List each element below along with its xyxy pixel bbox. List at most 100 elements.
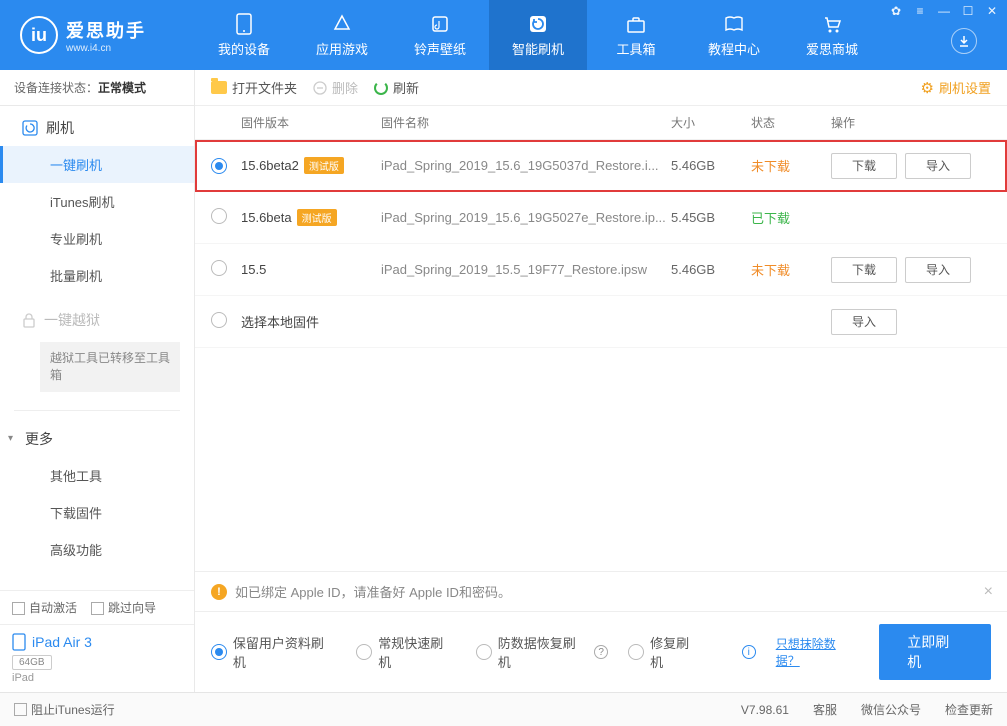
firmware-name: iPad_Spring_2019_15.5_19F77_Restore.ipsw bbox=[381, 262, 671, 277]
col-size: 大小 bbox=[671, 114, 751, 131]
import-button[interactable]: 导入 bbox=[831, 309, 897, 335]
nav-my-device[interactable]: 我的设备 bbox=[195, 0, 293, 70]
brand-url: www.i4.cn bbox=[66, 43, 146, 54]
row-radio[interactable] bbox=[211, 260, 227, 276]
help-icon[interactable]: ? bbox=[594, 645, 608, 659]
footer: 阻止iTunes运行 V7.98.61 客服 微信公众号 检查更新 bbox=[0, 692, 1007, 726]
nav-ringtones[interactable]: 铃声壁纸 bbox=[391, 0, 489, 70]
main-area: 设备连接状态：正常模式 刷机 一键刷机 iTunes刷机 专业刷机 批量刷机 一… bbox=[0, 70, 1007, 692]
mode-quick[interactable]: 常规快速刷机 bbox=[356, 633, 455, 671]
check-update-link[interactable]: 检查更新 bbox=[945, 701, 993, 718]
row-radio[interactable] bbox=[211, 208, 227, 224]
logo-area: iu 爱思助手 www.i4.cn bbox=[0, 16, 195, 54]
nav-label: 教程中心 bbox=[708, 39, 760, 58]
row-ops: 导入 bbox=[831, 309, 991, 335]
nav-tutorials[interactable]: 教程中心 bbox=[685, 0, 783, 70]
row-radio[interactable] bbox=[211, 158, 227, 174]
firmware-size: 5.45GB bbox=[671, 210, 751, 225]
customer-service-link[interactable]: 客服 bbox=[813, 701, 837, 718]
firmware-row[interactable]: 选择本地固件 导入 bbox=[195, 296, 1007, 348]
nav-label: 爱思商城 bbox=[806, 39, 858, 58]
connection-status: 设备连接状态：正常模式 bbox=[0, 70, 194, 106]
firmware-rows: 15.6beta2 测试版 iPad_Spring_2019_15.6_19G503… bbox=[195, 140, 1007, 348]
lock-icon bbox=[22, 312, 36, 328]
firmware-row[interactable]: 15.6beta2 测试版 iPad_Spring_2019_15.6_19G503… bbox=[195, 140, 1007, 192]
nav-toolbox[interactable]: 工具箱 bbox=[587, 0, 685, 70]
firmware-row[interactable]: 15.6beta测试版iPad_Spring_2019_15.6_19G5027… bbox=[195, 192, 1007, 244]
device-chip[interactable]: iPad Air 3 64GB iPad bbox=[0, 624, 194, 692]
info-icon[interactable]: i bbox=[742, 645, 756, 659]
flash-settings-button[interactable]: ⚙ 刷机设置 bbox=[921, 78, 991, 97]
beta-tag: 测试版 bbox=[304, 157, 344, 174]
firmware-row[interactable]: 15.5iPad_Spring_2019_15.5_19F77_Restore.… bbox=[195, 244, 1007, 296]
jailbreak-note: 越狱工具已转移至工具箱 bbox=[40, 342, 180, 392]
alert-text: 如已绑定 Apple ID，请准备好 Apple ID和密码。 bbox=[235, 582, 511, 601]
block-itunes-checkbox[interactable]: 阻止iTunes运行 bbox=[14, 701, 115, 718]
alert-close-icon[interactable]: × bbox=[984, 583, 993, 601]
version-label: V7.98.61 bbox=[741, 703, 789, 717]
erase-data-link[interactable]: 只想抹除数据？ bbox=[776, 635, 860, 669]
version-text: 选择本地固件 bbox=[241, 315, 319, 330]
refresh-square-icon bbox=[22, 120, 38, 136]
nav-label: 工具箱 bbox=[616, 39, 655, 58]
firmware-name: iPad_Spring_2019_15.6_19G5037d_Restore.i… bbox=[381, 158, 671, 173]
wechat-link[interactable]: 微信公众号 bbox=[861, 701, 921, 718]
window-controls: ✿ ≡ — ☐ ✕ bbox=[889, 4, 999, 18]
nav-label: 应用游戏 bbox=[316, 39, 368, 58]
nav-flash[interactable]: 智能刷机 bbox=[489, 0, 587, 70]
status-value: 正常模式 bbox=[98, 81, 146, 95]
nav-apps[interactable]: 应用游戏 bbox=[293, 0, 391, 70]
close-icon[interactable]: ✕ bbox=[985, 4, 999, 18]
import-button[interactable]: 导入 bbox=[905, 257, 971, 283]
music-icon bbox=[429, 13, 451, 35]
flash-icon bbox=[527, 13, 549, 35]
alert-bar: ! 如已绑定 Apple ID，请准备好 Apple ID和密码。 × bbox=[195, 572, 1007, 612]
logo-icon: iu bbox=[20, 16, 58, 54]
sidebar-head-flash[interactable]: 刷机 bbox=[0, 110, 194, 146]
sidebar-head-label: 刷机 bbox=[46, 118, 74, 138]
device-storage: 64GB bbox=[12, 655, 52, 670]
version-text: 15.6beta2 bbox=[241, 158, 299, 173]
refresh-icon bbox=[374, 81, 388, 95]
sidebar-item-pro[interactable]: 专业刷机 bbox=[0, 220, 194, 257]
cart-icon bbox=[821, 13, 843, 35]
sidebar-head-more[interactable]: 更多 bbox=[0, 421, 194, 457]
nav-label: 智能刷机 bbox=[512, 39, 564, 58]
device-name: iPad Air 3 bbox=[12, 633, 182, 651]
nav-label: 我的设备 bbox=[218, 39, 270, 58]
import-button[interactable]: 导入 bbox=[905, 153, 971, 179]
open-folder-button[interactable]: 打开文件夹 bbox=[211, 78, 297, 97]
auto-activate-checkbox[interactable]: 自动激活 bbox=[12, 599, 77, 616]
device-icon bbox=[233, 13, 255, 35]
download-button[interactable]: 下载 bbox=[831, 153, 897, 179]
skin-icon[interactable]: ✿ bbox=[889, 4, 903, 18]
firmware-name: iPad_Spring_2019_15.6_19G5027e_Restore.i… bbox=[381, 210, 671, 225]
mode-anti-recovery[interactable]: 防数据恢复刷机? bbox=[476, 633, 608, 671]
menu-icon[interactable]: ≡ bbox=[913, 4, 927, 18]
maximize-icon[interactable]: ☐ bbox=[961, 4, 975, 18]
top-nav: 我的设备 应用游戏 铃声壁纸 智能刷机 工具箱 教程中心 爱思商城 bbox=[195, 0, 1007, 70]
nav-store[interactable]: 爱思商城 bbox=[783, 0, 881, 70]
sidebar-item-download[interactable]: 下载固件 bbox=[0, 494, 194, 531]
gear-icon: ⚙ bbox=[921, 79, 934, 97]
mode-repair[interactable]: 修复刷机 bbox=[628, 633, 702, 671]
firmware-size: 5.46GB bbox=[671, 262, 751, 277]
sidebar-item-onekey[interactable]: 一键刷机 bbox=[0, 146, 194, 183]
row-radio[interactable] bbox=[211, 312, 227, 328]
refresh-button[interactable]: 刷新 bbox=[374, 78, 419, 97]
flash-now-button[interactable]: 立即刷机 bbox=[879, 624, 991, 680]
toolbar: 打开文件夹 删除 刷新 ⚙ 刷机设置 bbox=[195, 70, 1007, 106]
device-type: iPad bbox=[12, 672, 182, 684]
mode-keep-data[interactable]: 保留用户资料刷机 bbox=[211, 633, 336, 671]
sidebar-options-row: 自动激活 跳过向导 bbox=[0, 591, 194, 624]
sidebar-head-jailbreak: 一键越狱 bbox=[0, 302, 194, 338]
sidebar-item-other[interactable]: 其他工具 bbox=[0, 457, 194, 494]
sidebar-item-advanced[interactable]: 高级功能 bbox=[0, 531, 194, 568]
skip-guide-checkbox[interactable]: 跳过向导 bbox=[91, 599, 156, 616]
sidebar-item-itunes[interactable]: iTunes刷机 bbox=[0, 183, 194, 220]
download-manager-button[interactable] bbox=[951, 28, 977, 54]
sidebar-item-batch[interactable]: 批量刷机 bbox=[0, 257, 194, 294]
row-ops: 下载导入 bbox=[831, 257, 991, 283]
minimize-icon[interactable]: — bbox=[937, 4, 951, 18]
download-button[interactable]: 下载 bbox=[831, 257, 897, 283]
